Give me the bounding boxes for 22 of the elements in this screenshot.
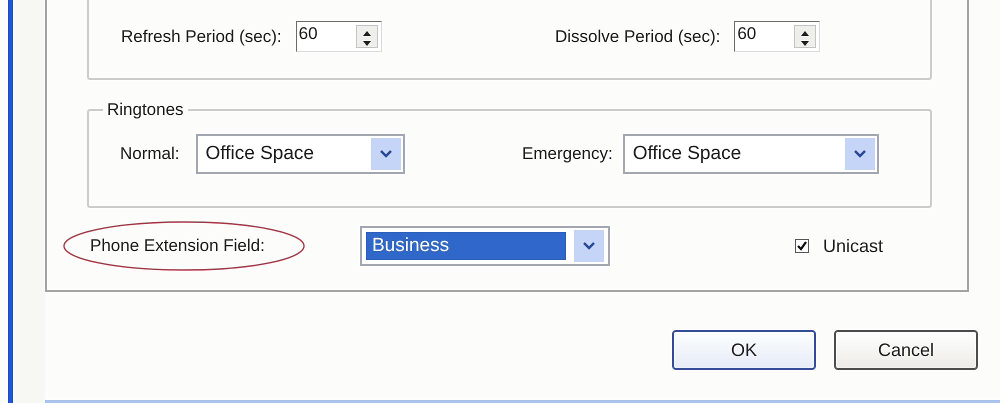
spin-down-icon[interactable] [801,41,810,46]
chevron-down-icon [380,150,392,158]
field-label: Phone Extension Field: [90,236,265,255]
dropdown[interactable]: Office Space [622,134,879,174]
spin-field[interactable]: 60 [296,21,382,52]
dialog-button[interactable]: Cancel [834,330,978,370]
dialog-button[interactable]: OK [672,330,816,370]
chevron-down-icon [583,242,595,250]
group-title: Ringtones [106,100,185,120]
dropdown[interactable]: Business [360,226,610,266]
chevron-down-icon [854,150,866,158]
field-label: Refresh Period (sec): [121,26,282,46]
spin-up-icon[interactable] [362,31,371,36]
dropdown[interactable]: Office Space [196,134,405,174]
field-label: Emergency: [522,144,613,164]
field-label: Dissolve Period (sec): [555,26,720,46]
spin-up-icon[interactable] [801,31,810,36]
checkbox-icon[interactable] [795,239,809,253]
unicast-checkbox[interactable]: Unicast [795,236,884,256]
spin-down-icon[interactable] [362,41,371,46]
spin-field[interactable]: 60 [734,21,820,52]
field-label: Normal: [120,144,180,164]
